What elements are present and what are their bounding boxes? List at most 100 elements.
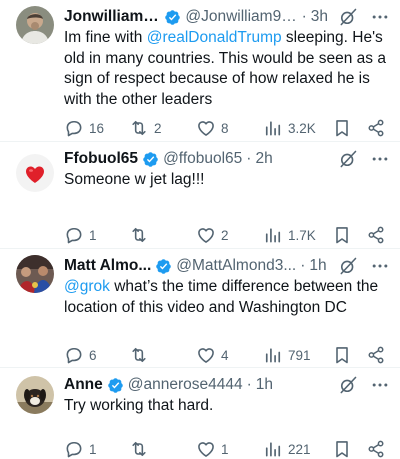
reply-button[interactable]: 1 bbox=[64, 225, 129, 245]
repost-count: 2 bbox=[154, 120, 162, 136]
like-icon bbox=[196, 225, 216, 245]
reply-count: 1 bbox=[89, 441, 97, 457]
grok-icon[interactable] bbox=[338, 375, 358, 395]
views-button[interactable]: 3.2K bbox=[263, 118, 332, 138]
tweet[interactable]: Ffobuol65 @ffobuol65 · 2h Someone w jet … bbox=[0, 142, 400, 249]
views-icon bbox=[263, 439, 283, 459]
dog-photo-avatar-icon[interactable] bbox=[16, 376, 54, 414]
tweet[interactable]: Jonwilliams... @Jonwilliam99... · 3h Im … bbox=[0, 0, 400, 142]
like-icon bbox=[196, 345, 216, 365]
repost-icon bbox=[129, 345, 149, 365]
user-handle[interactable]: @ffobuol65 bbox=[163, 150, 242, 168]
like-count: 1 bbox=[221, 441, 229, 457]
reply-icon bbox=[64, 225, 84, 245]
view-count: 3.2K bbox=[288, 120, 316, 136]
separator-dot: · bbox=[300, 257, 306, 274]
grok-icon[interactable] bbox=[338, 7, 358, 27]
share-icon bbox=[366, 225, 386, 245]
grok-icon[interactable] bbox=[338, 256, 358, 276]
share-icon bbox=[366, 345, 386, 365]
like-count: 4 bbox=[221, 347, 229, 363]
repost-button[interactable] bbox=[129, 345, 196, 365]
like-button[interactable]: 1 bbox=[196, 439, 263, 459]
group-photo-avatar-icon[interactable] bbox=[16, 255, 54, 293]
views-button[interactable]: 791 bbox=[263, 345, 332, 365]
like-count: 8 bbox=[221, 120, 229, 136]
grok-icon[interactable] bbox=[338, 149, 358, 169]
share-button[interactable] bbox=[366, 345, 386, 365]
like-icon bbox=[196, 118, 216, 138]
tweet-text: @grok what’s the time difference between… bbox=[64, 277, 390, 318]
bookmark-icon bbox=[332, 439, 352, 459]
like-count: 2 bbox=[221, 227, 229, 243]
user-handle[interactable]: @Jonwilliam99... bbox=[185, 8, 297, 26]
reply-icon bbox=[64, 345, 84, 365]
reply-count: 16 bbox=[89, 120, 105, 136]
views-button[interactable]: 221 bbox=[263, 439, 332, 459]
mention-link[interactable]: @realDonaldTrump bbox=[147, 29, 282, 46]
bookmark-icon bbox=[332, 345, 352, 365]
share-button[interactable] bbox=[366, 439, 386, 459]
repost-button[interactable]: 2 bbox=[129, 118, 196, 138]
tweet[interactable]: Anne @annerose4444 · 1h Try working that… bbox=[0, 368, 400, 456]
more-options-icon[interactable] bbox=[370, 149, 390, 169]
bookmark-button[interactable] bbox=[332, 439, 352, 459]
verified-badge-icon bbox=[142, 151, 159, 168]
like-button[interactable]: 4 bbox=[196, 345, 263, 365]
more-options-icon[interactable] bbox=[370, 7, 390, 27]
more-options-icon[interactable] bbox=[370, 375, 390, 395]
share-button[interactable] bbox=[366, 118, 386, 138]
tweet[interactable]: Matt Almo... @MattAlmond3... · 1h @grok … bbox=[0, 249, 400, 368]
views-button[interactable]: 1.7K bbox=[263, 225, 332, 245]
reply-button[interactable]: 16 bbox=[64, 118, 129, 138]
repost-button[interactable] bbox=[129, 439, 196, 459]
repost-button[interactable] bbox=[129, 225, 196, 245]
separator-dot: · bbox=[246, 376, 252, 393]
tweet-text-part: Im fine with bbox=[64, 29, 147, 46]
timestamp[interactable]: 2h bbox=[255, 150, 272, 168]
timestamp[interactable]: 1h bbox=[256, 376, 273, 394]
views-icon bbox=[263, 345, 283, 365]
more-options-icon[interactable] bbox=[370, 256, 390, 276]
man-photo-avatar-icon[interactable] bbox=[16, 6, 54, 44]
action-bar: 6 4 791 bbox=[64, 345, 386, 365]
view-count: 221 bbox=[288, 441, 311, 457]
user-handle[interactable]: @MattAlmond3... bbox=[176, 257, 296, 275]
like-icon bbox=[196, 439, 216, 459]
display-name[interactable]: Jonwilliams... bbox=[64, 8, 160, 26]
separator-dot: · bbox=[301, 8, 307, 25]
repost-icon bbox=[129, 225, 149, 245]
display-name[interactable]: Matt Almo... bbox=[64, 257, 151, 275]
view-count: 1.7K bbox=[288, 227, 316, 243]
verified-badge-icon bbox=[164, 9, 181, 26]
mention-link[interactable]: @grok bbox=[64, 278, 110, 295]
red-heart-avatar-icon[interactable] bbox=[16, 154, 54, 192]
tweet-text-part: Try working that hard. bbox=[64, 397, 214, 414]
action-bar: 16 2 8 3.2K bbox=[64, 118, 386, 138]
share-button[interactable] bbox=[366, 225, 386, 245]
separator-dot: · bbox=[246, 150, 252, 167]
reply-button[interactable]: 1 bbox=[64, 439, 129, 459]
display-name[interactable]: Ffobuol65 bbox=[64, 150, 138, 168]
bookmark-icon bbox=[332, 118, 352, 138]
tweet-text: Someone w jet lag!!! bbox=[64, 170, 390, 191]
share-icon bbox=[366, 439, 386, 459]
like-button[interactable]: 2 bbox=[196, 225, 263, 245]
views-icon bbox=[263, 225, 283, 245]
tweet-text-part: Someone w jet lag!!! bbox=[64, 171, 205, 188]
like-button[interactable]: 8 bbox=[196, 118, 263, 138]
tweet-text: Try working that hard. bbox=[64, 396, 390, 417]
display-name[interactable]: Anne bbox=[64, 376, 103, 394]
timestamp[interactable]: 3h bbox=[311, 8, 328, 26]
bookmark-button[interactable] bbox=[332, 345, 352, 365]
bookmark-button[interactable] bbox=[332, 118, 352, 138]
reply-button[interactable]: 6 bbox=[64, 345, 129, 365]
repost-icon bbox=[129, 439, 149, 459]
bookmark-button[interactable] bbox=[332, 225, 352, 245]
reply-count: 6 bbox=[89, 347, 97, 363]
user-handle[interactable]: @annerose4444 bbox=[128, 376, 243, 394]
action-bar: 1 1 221 bbox=[64, 439, 386, 459]
timestamp[interactable]: 1h bbox=[309, 257, 326, 275]
share-icon bbox=[366, 118, 386, 138]
repost-icon bbox=[129, 118, 149, 138]
